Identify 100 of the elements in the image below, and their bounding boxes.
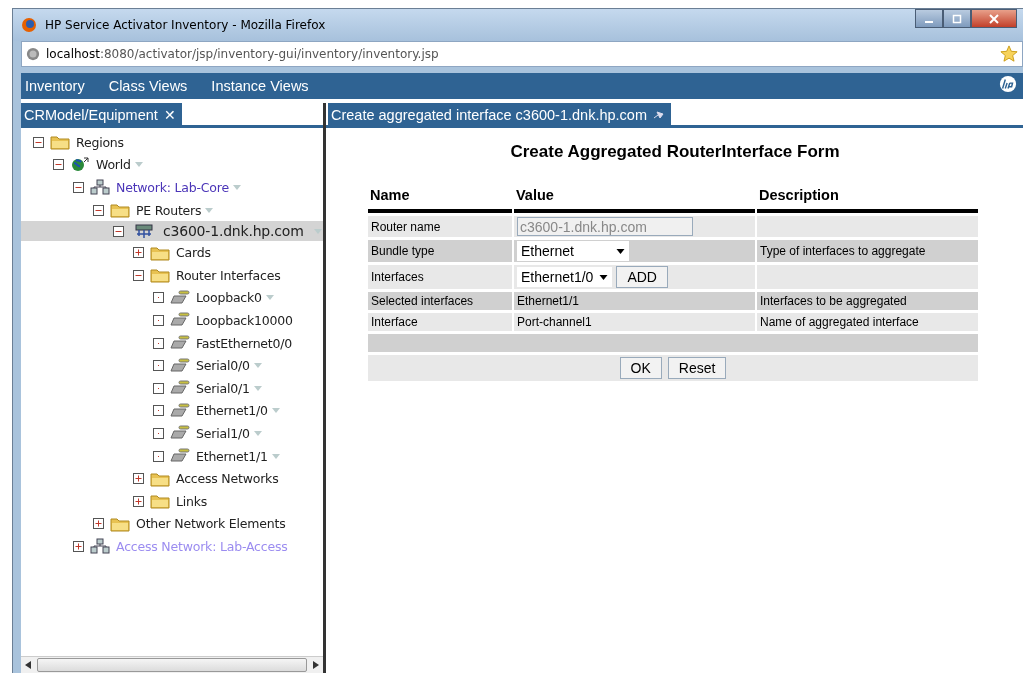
table-cell: Ethernet1/1 bbox=[517, 294, 580, 308]
interface-icon bbox=[170, 425, 190, 442]
tree-label[interactable]: Ethernet1/1 bbox=[196, 448, 268, 464]
tree-row[interactable]: FastEthernet0/0 bbox=[21, 331, 323, 355]
table-cell: Router name bbox=[368, 216, 512, 237]
tree-label[interactable]: Loopback0 bbox=[196, 290, 262, 306]
leaf-box-icon[interactable] bbox=[153, 427, 164, 439]
tree-row[interactable]: Other Network Elements bbox=[21, 512, 323, 536]
tree-label[interactable]: Loopback10000 bbox=[196, 312, 293, 328]
add-button[interactable]: ADD bbox=[616, 266, 668, 288]
tree-label[interactable]: Network: Lab-Core bbox=[116, 180, 229, 195]
tree-label[interactable]: Router Interfaces bbox=[176, 267, 281, 283]
leaf-box-icon[interactable] bbox=[153, 382, 164, 394]
tree-label[interactable]: Serial0/0 bbox=[196, 358, 250, 374]
tree-label[interactable]: PE Routers bbox=[136, 202, 202, 218]
expand-icon[interactable] bbox=[73, 540, 84, 552]
tree-row[interactable]: Cards bbox=[21, 241, 323, 264]
scroll-thumb[interactable] bbox=[37, 658, 307, 672]
interface-icon bbox=[170, 448, 190, 464]
address-bar[interactable]: localhost:8080/activator/jsp/inventory-gui/inventory/inventory.jsp bbox=[21, 41, 1023, 67]
pin-icon[interactable] bbox=[653, 110, 665, 120]
scroll-left-icon[interactable] bbox=[25, 661, 31, 669]
horizontal-scrollbar[interactable] bbox=[21, 656, 323, 673]
close-button[interactable] bbox=[971, 9, 1017, 28]
leaf-box-icon[interactable] bbox=[153, 360, 164, 372]
interface-icon bbox=[170, 380, 190, 397]
globe-icon bbox=[70, 156, 90, 173]
table-cell: Interfaces bbox=[368, 265, 512, 289]
menu-item[interactable]: Inventory bbox=[25, 78, 85, 94]
folder-icon bbox=[110, 202, 130, 219]
tree-row[interactable]: Loopback10000 bbox=[21, 309, 323, 332]
tree-label[interactable]: Cards bbox=[176, 245, 211, 261]
tree-label[interactable]: c3600-1.dnk.hp.com bbox=[163, 223, 304, 240]
tree-row[interactable]: Ethernet1/1 bbox=[21, 444, 323, 468]
network-icon bbox=[90, 538, 110, 555]
tree-row[interactable]: Serial0/0 bbox=[21, 354, 323, 377]
expand-icon[interactable] bbox=[93, 518, 104, 530]
globe-icon bbox=[26, 47, 40, 61]
scroll-right-icon[interactable] bbox=[313, 661, 319, 669]
expand-icon[interactable] bbox=[133, 495, 144, 507]
close-tab-button[interactable]: ✕ bbox=[163, 107, 176, 123]
tree-label[interactable]: Access Networks bbox=[176, 471, 279, 487]
collapse-icon[interactable] bbox=[113, 225, 124, 237]
tree-row[interactable]: Regions bbox=[21, 131, 323, 154]
minimize-button[interactable] bbox=[915, 9, 943, 28]
tree-row[interactable]: Access Networks bbox=[21, 467, 323, 490]
form-button[interactable]: OK bbox=[619, 357, 662, 379]
menu-item[interactable]: Instance Views bbox=[211, 78, 309, 94]
form-title: Create Aggregated RouterInterface Form bbox=[509, 142, 841, 162]
table-cell: Interface bbox=[368, 313, 512, 331]
tree-row[interactable]: Serial1/0 bbox=[21, 422, 323, 445]
interface-icon bbox=[170, 357, 190, 374]
tree-label[interactable]: Ethernet1/0 bbox=[196, 403, 268, 419]
tree-row[interactable]: Links bbox=[21, 489, 323, 513]
tree-label[interactable]: Regions bbox=[76, 134, 124, 150]
network-icon bbox=[90, 179, 110, 196]
tree-row[interactable]: Router Interfaces bbox=[21, 263, 323, 287]
tree-row[interactable]: PE Routers bbox=[21, 198, 323, 222]
leaf-box-icon[interactable] bbox=[153, 292, 164, 304]
collapse-icon[interactable] bbox=[73, 182, 84, 193]
tree-row[interactable]: Serial0/1 bbox=[21, 376, 323, 400]
tree-label[interactable]: Other Network Elements bbox=[136, 516, 286, 532]
dropdown-field[interactable]: Ethernet1/0 bbox=[517, 267, 613, 287]
bookmark-star-icon[interactable] bbox=[1000, 45, 1018, 63]
table-cell: Selected interfaces bbox=[368, 292, 512, 310]
tree-row[interactable]: Network: Lab-Core bbox=[21, 176, 323, 199]
tree-label[interactable]: FastEthernet0/0 bbox=[196, 335, 293, 351]
maximize-button[interactable] bbox=[943, 9, 971, 28]
browser-icon bbox=[21, 17, 37, 33]
tree-label[interactable]: Links bbox=[176, 493, 208, 509]
leaf-box-icon[interactable] bbox=[153, 450, 164, 462]
close-icon bbox=[989, 13, 999, 24]
tree-label[interactable]: World bbox=[96, 157, 131, 173]
expand-icon[interactable] bbox=[133, 473, 144, 485]
leaf-box-icon[interactable] bbox=[153, 405, 164, 417]
collapse-icon[interactable] bbox=[93, 204, 104, 216]
tree-label[interactable]: Serial1/0 bbox=[196, 425, 250, 441]
tree-row[interactable]: Ethernet1/0 bbox=[21, 399, 323, 423]
collapse-icon[interactable] bbox=[33, 136, 44, 148]
dropdown-field[interactable]: Ethernet bbox=[517, 241, 629, 261]
table-cell: Name of aggregated interface bbox=[760, 315, 919, 329]
collapse-icon[interactable] bbox=[53, 159, 64, 171]
collapse-icon[interactable] bbox=[133, 269, 144, 281]
caret-icon bbox=[599, 274, 609, 280]
folder-icon bbox=[110, 515, 130, 532]
panel-tab[interactable]: CRModel/Equipment ✕ bbox=[21, 103, 182, 125]
caret-icon bbox=[616, 248, 625, 254]
window-title: HP Service Activator Inventory - Mozilla Firefox bbox=[45, 18, 326, 32]
tree-row[interactable]: Loopback0 bbox=[21, 286, 323, 310]
tree-row[interactable]: c3600-1.dnk.hp.com bbox=[21, 221, 323, 242]
expand-icon[interactable] bbox=[133, 247, 144, 259]
panel-tab[interactable]: Create aggregated interface c3600-1.dnk.hp.com bbox=[328, 103, 671, 125]
form-button[interactable]: Reset bbox=[667, 357, 727, 379]
tree-label[interactable]: Serial0/1 bbox=[196, 380, 250, 396]
tree-row[interactable]: World bbox=[21, 153, 323, 177]
leaf-box-icon[interactable] bbox=[153, 314, 164, 326]
table-cell: Interfaces to be aggregated bbox=[760, 294, 907, 308]
leaf-box-icon[interactable] bbox=[153, 337, 164, 349]
menu-item[interactable]: Class Views bbox=[108, 78, 188, 94]
interface-icon bbox=[170, 289, 190, 306]
